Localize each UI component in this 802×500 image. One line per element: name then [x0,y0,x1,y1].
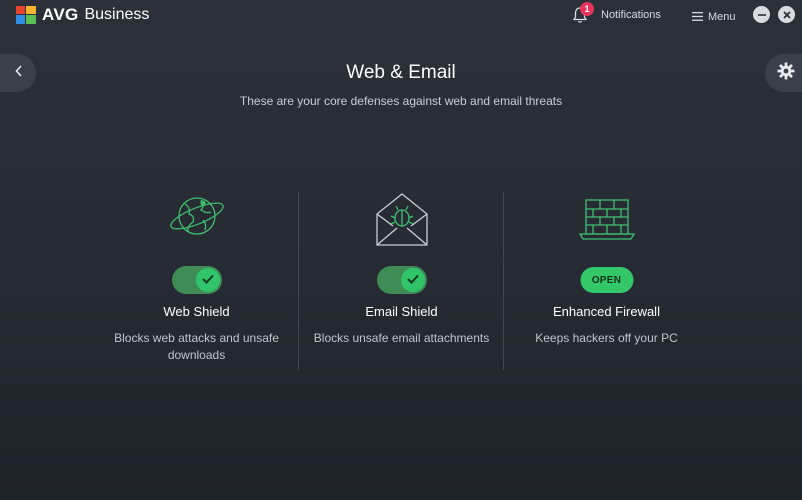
card-description: Blocks unsafe email attachments [313,331,490,345]
title-bar: AVG Business 1 Notifications Menu [0,0,802,30]
page-title: Web & Email [346,62,456,83]
menu-button[interactable]: Menu [692,8,736,26]
toggle-knob [400,268,425,292]
toggle-knob [195,268,220,292]
open-firewall-button[interactable]: OPEN [580,267,633,293]
checkmark-icon [201,271,214,289]
email-shield-toggle[interactable] [376,266,427,294]
notifications-label: Notifications [601,9,661,21]
card-description: Keeps hackers off your PC [535,331,678,345]
card-title: Email Shield [365,304,438,319]
checkmark-icon [406,271,419,289]
card-title: Enhanced Firewall [553,304,660,319]
hamburger-icon [692,8,703,26]
firewall-laptop-icon [578,198,636,247]
close-icon [782,6,791,24]
minimize-icon [757,6,766,24]
avg-logo-icon [16,6,36,24]
web-shield-card: Web Shield Blocks web attacks and unsafe… [94,190,299,370]
menu-label: Menu [708,11,736,23]
card-title: Web Shield [163,304,230,319]
notification-count-badge: 1 [580,2,594,16]
minimize-button[interactable] [753,6,770,23]
bell-icon: 1 [572,2,594,24]
notifications-button[interactable]: 1 Notifications [572,2,661,24]
page-subtitle: These are your core defenses against web… [239,94,563,108]
close-button[interactable] [778,6,795,23]
envelope-bug-icon [373,192,431,253]
email-shield-card: Email Shield Blocks unsafe email attachm… [299,190,504,370]
brand-name: AVG [42,5,79,24]
app-logo: AVG Business [16,5,149,25]
enhanced-firewall-card: OPEN Enhanced Firewall Keeps hackers off… [504,190,709,370]
globe-shield-icon [167,190,227,247]
product-name: Business [84,6,150,23]
card-description: Blocks web attacks and unsafe downloads [114,331,279,362]
web-shield-toggle[interactable] [171,266,222,294]
